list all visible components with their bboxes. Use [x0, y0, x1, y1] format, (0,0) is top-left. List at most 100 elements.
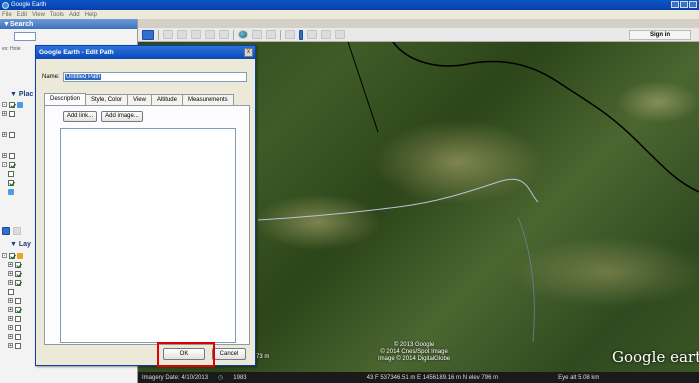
panel-toggle-icon[interactable]: [13, 227, 21, 235]
expand-icon[interactable]: +: [8, 298, 13, 304]
expand-icon[interactable]: +: [2, 153, 7, 159]
tour-icon[interactable]: [219, 30, 229, 39]
checkbox[interactable]: [15, 306, 21, 313]
print-icon[interactable]: [321, 30, 331, 39]
checkbox[interactable]: [9, 131, 15, 138]
expand-icon[interactable]: +: [8, 343, 13, 349]
checkbox[interactable]: [15, 270, 21, 277]
toolbar-separator: [280, 29, 281, 40]
checkbox[interactable]: [15, 324, 21, 331]
dialog-close-icon[interactable]: x: [244, 48, 253, 57]
main-toolbar: Sign in: [138, 28, 699, 42]
toolbar-divider-icon: [299, 29, 303, 40]
expand-icon[interactable]: +: [8, 334, 13, 340]
checkbox[interactable]: [8, 288, 14, 295]
checkbox[interactable]: [8, 179, 14, 186]
expand-icon[interactable]: +: [8, 262, 13, 268]
cancel-button[interactable]: Cancel: [212, 348, 246, 360]
tree-row[interactable]: +: [8, 269, 38, 278]
tree-row[interactable]: -: [2, 160, 38, 169]
ruler-icon[interactable]: [285, 30, 295, 39]
places-tools: [2, 227, 21, 235]
tree-row[interactable]: -: [2, 251, 38, 260]
signin-button[interactable]: Sign in: [629, 30, 691, 40]
tree-row[interactable]: +: [8, 296, 38, 305]
name-field[interactable]: Untitled Path: [63, 72, 247, 82]
menu-file[interactable]: File: [2, 12, 12, 18]
border-line: [347, 42, 379, 133]
menu-edit[interactable]: Edit: [17, 12, 27, 18]
expand-icon[interactable]: +: [8, 316, 13, 322]
tree-row[interactable]: +: [8, 314, 38, 323]
expand-icon[interactable]: -: [2, 253, 7, 259]
tree-row[interactable]: +: [8, 332, 38, 341]
checkbox[interactable]: [9, 252, 15, 259]
placemark-icon[interactable]: [163, 30, 173, 39]
tree-row[interactable]: -: [2, 100, 38, 109]
expand-icon[interactable]: -: [2, 162, 7, 168]
checkbox[interactable]: [15, 342, 21, 349]
checkbox[interactable]: [15, 261, 21, 268]
tree-row[interactable]: +: [8, 260, 38, 269]
save-image-icon[interactable]: [335, 30, 345, 39]
tree-row[interactable]: [8, 178, 38, 187]
clock-icon[interactable]: ◷: [218, 374, 223, 381]
tab-style-color[interactable]: Style, Color: [85, 94, 129, 105]
search-input[interactable]: [14, 32, 36, 41]
path-tool-icon[interactable]: [191, 30, 201, 39]
description-textarea[interactable]: [60, 128, 236, 343]
edit-path-dialog: Google Earth - Edit Path x Name: Untitle…: [35, 45, 256, 366]
overlay-icon[interactable]: [205, 30, 215, 39]
expand-icon[interactable]: +: [8, 307, 13, 313]
checkbox[interactable]: [15, 315, 21, 322]
tree-row[interactable]: [8, 287, 38, 296]
tree-row[interactable]: +: [2, 109, 38, 118]
close-window-icon[interactable]: [689, 1, 697, 8]
menu-tools[interactable]: Tools: [50, 12, 64, 18]
tab-altitude[interactable]: Altitude: [150, 94, 183, 105]
tree-row[interactable]: +: [8, 278, 38, 287]
checkbox[interactable]: [9, 101, 15, 108]
checkbox[interactable]: [9, 110, 15, 117]
tree-row[interactable]: +: [8, 305, 38, 314]
expand-icon[interactable]: +: [2, 132, 7, 138]
expand-icon[interactable]: +: [8, 271, 13, 277]
tree-row[interactable]: [8, 169, 38, 178]
tree-row[interactable]: +: [8, 341, 38, 350]
menu-add[interactable]: Add: [69, 12, 80, 18]
search-icon[interactable]: [2, 227, 10, 235]
search-panel-header[interactable]: ▼Search: [0, 19, 137, 29]
window-titlebar: Google Earth: [0, 0, 699, 10]
checkbox[interactable]: [15, 297, 21, 304]
tree-row[interactable]: [8, 187, 38, 196]
checkbox[interactable]: [15, 279, 21, 286]
eye-altitude: Eye alt 5.08 km: [558, 374, 600, 381]
planets-icon[interactable]: [266, 30, 276, 39]
sun-icon[interactable]: [252, 30, 262, 39]
add-image-button[interactable]: Add image...: [101, 111, 143, 122]
expand-icon[interactable]: +: [2, 111, 7, 117]
tree-row[interactable]: +: [2, 130, 38, 139]
expand-icon[interactable]: +: [8, 325, 13, 331]
checkbox[interactable]: [9, 161, 15, 168]
maximize-icon[interactable]: [680, 1, 688, 8]
expand-icon[interactable]: +: [8, 280, 13, 286]
expand-icon[interactable]: -: [2, 102, 7, 108]
add-link-button[interactable]: Add link...: [63, 111, 97, 122]
tab-measurements[interactable]: Measurements: [181, 94, 234, 105]
tree-row[interactable]: +: [2, 151, 38, 160]
sidebar-toggle-icon[interactable]: [142, 29, 154, 40]
checkbox[interactable]: [8, 170, 14, 177]
tree-row[interactable]: +: [8, 323, 38, 332]
email-icon[interactable]: [307, 30, 317, 39]
attribution-line: © 2014 Cnes/Spot Image: [380, 349, 448, 355]
menu-help[interactable]: Help: [85, 12, 97, 18]
checkbox[interactable]: [9, 152, 15, 159]
polygon-icon[interactable]: [177, 30, 187, 39]
minimize-icon[interactable]: [671, 1, 679, 8]
menu-view[interactable]: View: [32, 12, 45, 18]
tab-view[interactable]: View: [127, 94, 152, 105]
checkbox[interactable]: [15, 333, 21, 340]
historical-imagery-icon[interactable]: [238, 30, 248, 39]
tab-description[interactable]: Description: [44, 93, 87, 105]
